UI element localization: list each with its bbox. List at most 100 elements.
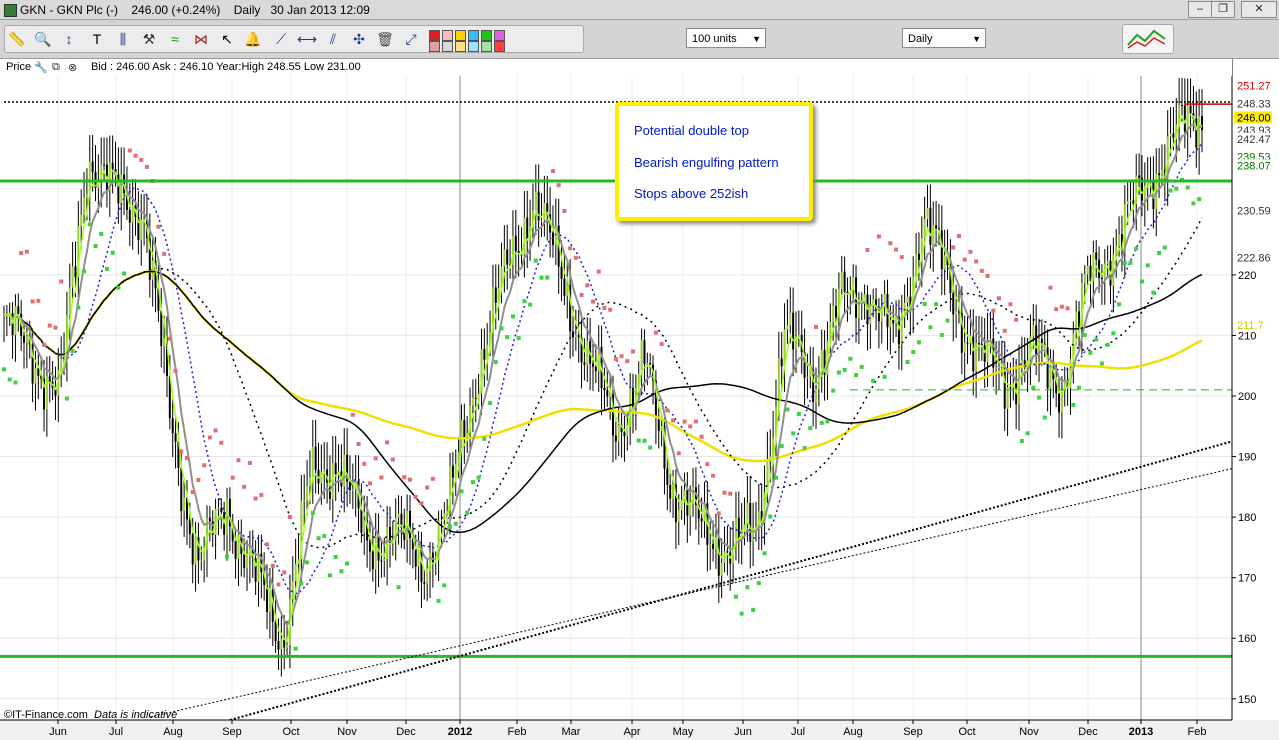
candle-body <box>48 376 51 382</box>
candle-body <box>1115 246 1118 255</box>
sar-dot <box>1122 261 1127 266</box>
sar-dot <box>7 377 12 382</box>
channel-icon[interactable]: ⫽ <box>323 29 343 49</box>
candle-body <box>649 362 652 365</box>
zoom-icon[interactable]: 🔍 <box>33 29 53 49</box>
sar-dot <box>819 420 824 425</box>
price-label: 246.00 <box>1237 112 1271 124</box>
sar-dot <box>882 374 887 379</box>
bell-icon[interactable]: 🔔 <box>243 29 263 49</box>
x-tick-label: Jul <box>109 726 123 738</box>
color-swatch[interactable] <box>481 30 492 41</box>
sar-dot <box>339 569 344 574</box>
arrow-icon[interactable]: ⤢ <box>401 29 421 49</box>
sar-dot <box>190 490 195 495</box>
candle-body <box>926 207 929 220</box>
restore-icon[interactable]: ❐ <box>1211 1 1235 18</box>
chart-type-button[interactable] <box>1122 24 1174 54</box>
sar-dot <box>608 307 613 312</box>
ruler-icon[interactable]: 📏 <box>7 29 27 49</box>
candle-body <box>1058 393 1061 413</box>
hline-icon[interactable]: ⟷ <box>297 29 317 49</box>
sar-dot <box>779 444 784 449</box>
color-swatch[interactable] <box>455 30 466 41</box>
sar-dot <box>442 583 447 588</box>
candle-body <box>666 468 669 485</box>
x-tick-label: Dec <box>1078 726 1098 738</box>
candle-body <box>1126 201 1129 205</box>
annotation-box[interactable]: Potential double top Bearish engulfing p… <box>615 102 813 221</box>
color-swatch[interactable] <box>494 41 505 52</box>
candle-body <box>351 489 354 491</box>
candle-body <box>560 266 563 279</box>
candle-body <box>709 543 712 546</box>
sar-dot <box>327 573 332 578</box>
candle-body <box>603 388 606 391</box>
candle-body <box>306 486 309 501</box>
candle-body <box>966 342 969 344</box>
interval-value: Daily <box>908 33 933 45</box>
candle-body <box>257 553 260 582</box>
y-tick-label: 180 <box>1238 512 1256 524</box>
sar-dot <box>362 461 367 466</box>
candle-body <box>1172 133 1175 138</box>
candle-body <box>383 559 386 561</box>
color-swatch[interactable] <box>429 41 440 52</box>
sar-dot <box>196 477 201 482</box>
trend-icon[interactable]: ≈ <box>165 29 185 49</box>
sar-dot <box>979 268 984 273</box>
color-swatch[interactable] <box>455 41 466 52</box>
fib-icon[interactable]: ✣ <box>349 29 369 49</box>
sar-dot <box>711 473 716 478</box>
candle-body <box>360 508 363 533</box>
color-swatch[interactable] <box>429 30 440 41</box>
minimize-icon[interactable]: ‒ <box>1188 1 1212 18</box>
price-label: 251.27 <box>1237 80 1271 92</box>
candle-body <box>1169 133 1172 137</box>
sar-dot <box>179 449 184 454</box>
candle-body <box>672 484 675 499</box>
sar-dot <box>631 349 636 354</box>
candle-body <box>311 446 314 478</box>
sar-dot <box>533 258 538 263</box>
candle-body <box>1083 274 1086 283</box>
sar-dot <box>974 259 979 264</box>
color-swatch[interactable] <box>468 41 479 52</box>
color-swatch[interactable] <box>442 30 453 41</box>
cursor-icon[interactable]: ↖ <box>217 29 237 49</box>
text-icon[interactable]: T <box>87 29 107 49</box>
copy-icon[interactable]: ⧉ <box>52 61 60 74</box>
sar-dot <box>550 169 555 174</box>
color-swatch[interactable] <box>481 41 492 52</box>
trend2-icon[interactable]: ⋈ <box>191 29 211 49</box>
color-swatch[interactable] <box>494 30 505 41</box>
candle-body <box>1100 278 1103 280</box>
close-icon[interactable]: ✕ <box>1241 1 1277 18</box>
trash-icon[interactable]: 🗑 <box>375 29 395 49</box>
hammer-icon[interactable]: ⚒ <box>139 29 159 49</box>
color-swatch[interactable] <box>468 30 479 41</box>
candle-body <box>83 197 86 215</box>
x-tick-label: Sep <box>222 726 242 738</box>
sar-dot <box>693 419 698 424</box>
indicator-icon[interactable]: ⫼ <box>113 29 133 49</box>
candle-body <box>200 560 203 562</box>
remove-icon[interactable]: ⊗ <box>68 61 77 74</box>
candle-body <box>660 425 663 432</box>
last-price: 246.00 (+0.24%) <box>131 3 221 17</box>
sar-dot <box>242 484 247 489</box>
line-icon[interactable]: ⟋ <box>271 29 291 49</box>
color-swatch[interactable] <box>442 41 453 52</box>
sar-dot <box>408 477 413 482</box>
candle-body <box>371 551 374 570</box>
candle-body <box>1129 200 1132 202</box>
disclaimer-text: Data is indicative <box>94 709 178 721</box>
x-tick-label: Feb <box>1188 726 1207 738</box>
units-select[interactable]: 100 units ▼ <box>686 28 766 48</box>
wrench-icon[interactable]: 🔧 <box>34 61 48 74</box>
candle-body <box>986 339 989 362</box>
x-tick-label: 2012 <box>448 726 472 738</box>
interval-select[interactable]: Daily ▼ <box>902 28 986 48</box>
sar-dot <box>556 183 561 188</box>
crosshair-icon[interactable]: ↕ <box>59 29 79 49</box>
